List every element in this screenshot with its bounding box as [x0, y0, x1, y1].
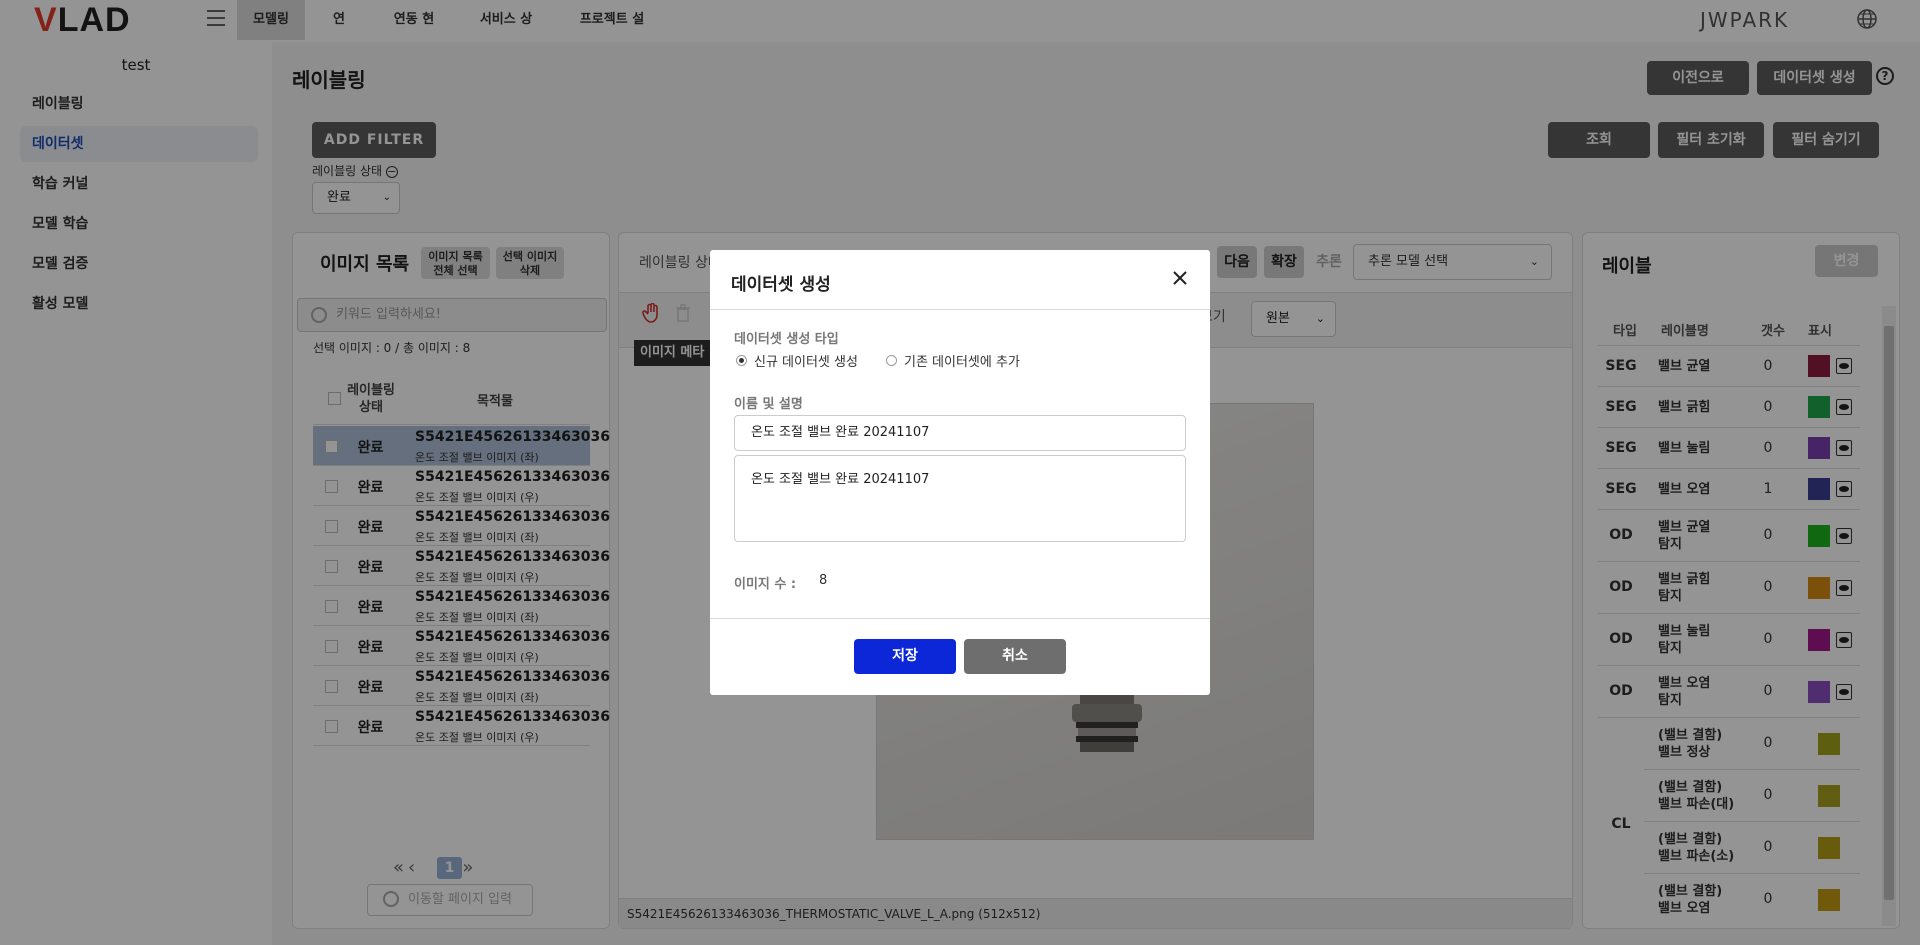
existing-dataset-label[interactable]: 기존 데이터셋에 추가	[904, 351, 1020, 370]
new-dataset-radio[interactable]	[736, 355, 747, 366]
existing-dataset-radio[interactable]	[886, 355, 897, 366]
new-dataset-label[interactable]: 신규 데이터셋 생성	[754, 351, 858, 370]
dataset-type-label: 데이터셋 생성 타입	[734, 332, 839, 347]
modal-title: 데이터셋 생성	[731, 275, 831, 295]
image-count-label: 이미지 수 :	[734, 577, 797, 592]
save-button[interactable]: 저장	[854, 639, 956, 674]
name-desc-label: 이름 및 설명	[734, 397, 803, 412]
dataset-name-input[interactable]: 온도 조절 밸브 완료 20241107	[734, 415, 1186, 451]
dataset-description-textarea[interactable]: 온도 조절 밸브 완료 20241107	[734, 455, 1186, 542]
cancel-button[interactable]: 취소	[964, 639, 1066, 674]
modal-divider	[710, 309, 1210, 310]
image-count-value: 8	[819, 573, 828, 588]
modal-divider	[710, 618, 1210, 619]
close-icon[interactable]	[1170, 268, 1190, 288]
